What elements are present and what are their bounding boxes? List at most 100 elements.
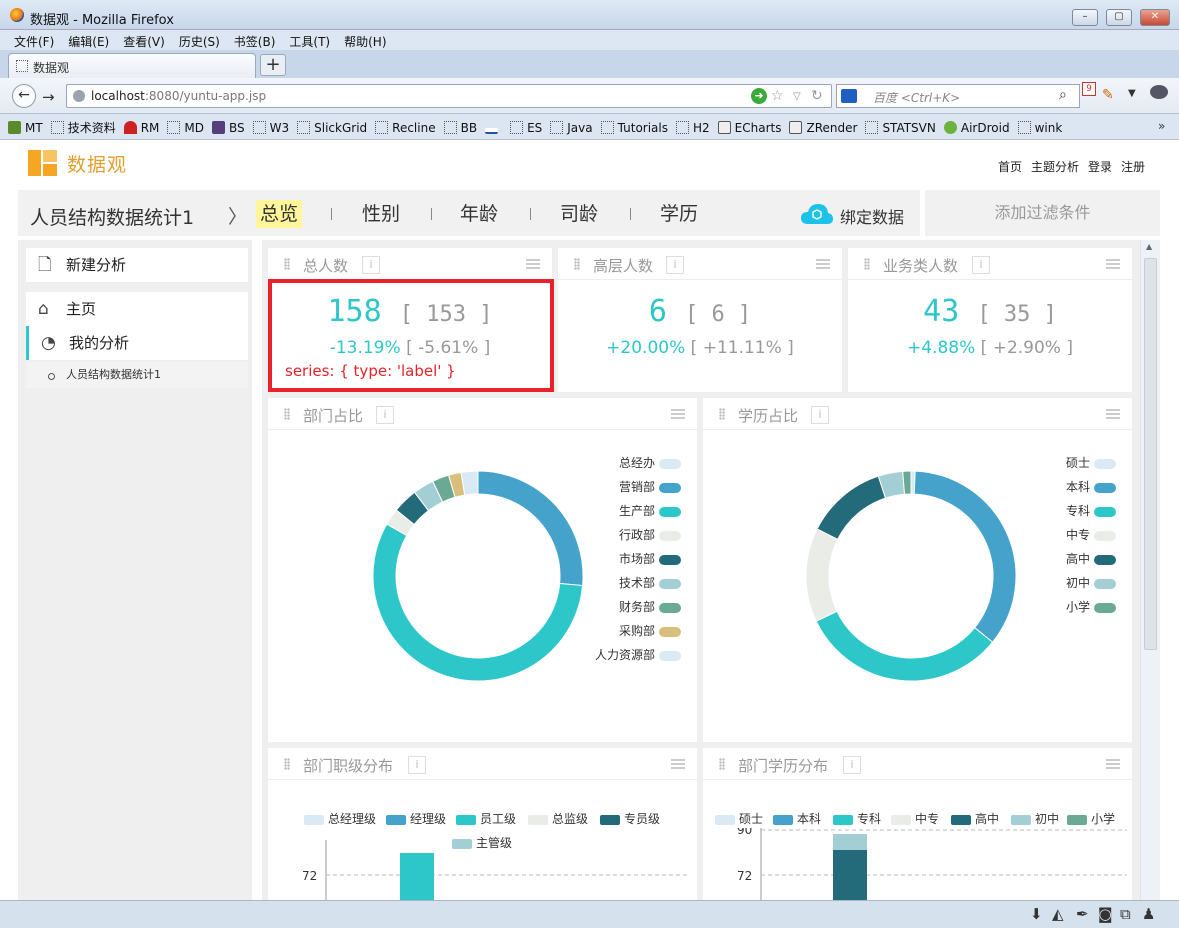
legend-item[interactable]: 经理级 <box>386 810 446 827</box>
slice-高中[interactable] <box>816 475 887 540</box>
scrollbar-thumb[interactable] <box>1144 258 1157 650</box>
link-topic-analysis[interactable]: 主题分析 <box>1031 160 1079 174</box>
bar-员工级[interactable] <box>400 853 434 900</box>
legend-item[interactable]: 总监级 <box>528 810 588 827</box>
back-button[interactable]: ← <box>12 84 36 108</box>
go-icon[interactable]: ➜ <box>751 88 767 104</box>
bookmark-bb[interactable]: BB <box>443 121 477 135</box>
drag-handle-icon[interactable] <box>284 258 290 270</box>
tab-overview[interactable]: 总览 <box>256 200 303 228</box>
legend-item[interactable]: 初中 <box>1011 810 1059 827</box>
menu-icon[interactable] <box>671 759 685 769</box>
slice-中专[interactable] <box>805 528 839 622</box>
legend-item[interactable]: 总经办 <box>619 454 681 474</box>
bookmark-rm[interactable]: RM <box>123 121 159 135</box>
camera-icon[interactable]: ◙ <box>1098 905 1113 923</box>
legend-item[interactable]: 财务部 <box>619 598 681 618</box>
legend-item[interactable]: 人力资源部 <box>595 646 681 666</box>
legend-item[interactable]: 总经理级 <box>304 810 376 827</box>
drag-handle-icon[interactable] <box>284 408 290 420</box>
menu-help[interactable]: 帮助(H) <box>344 33 386 50</box>
sidebar-item-new-analysis[interactable]: 🗋 新建分析 <box>26 248 248 282</box>
download-icon[interactable]: ⬇ <box>1030 905 1043 923</box>
brush-icon[interactable]: ✒ <box>1076 905 1089 923</box>
drag-handle-icon[interactable] <box>574 258 580 270</box>
menu-icon[interactable] <box>1106 259 1120 269</box>
legend-item[interactable]: 高中 <box>1066 550 1116 570</box>
scroll-up-icon[interactable]: ▲ <box>1146 242 1152 251</box>
menu-view[interactable]: 查看(V) <box>123 33 165 50</box>
dept-edu-bar-chart[interactable]: 90 72 <box>703 828 1132 900</box>
maximize-button[interactable]: ▢ <box>1106 9 1132 26</box>
minimize-button[interactable]: – <box>1072 9 1098 26</box>
tab-tenure[interactable]: 司龄 <box>556 200 602 228</box>
mask-icon[interactable]: ◭ <box>1052 905 1064 923</box>
bookmark-recline[interactable]: Recline <box>375 121 436 135</box>
slice-本科[interactable] <box>913 470 1017 643</box>
bookmark-w3[interactable]: W3 <box>252 121 289 135</box>
bookmark-slickgrid[interactable]: SlickGrid <box>297 121 367 135</box>
menu-icon[interactable] <box>1106 409 1120 419</box>
drag-handle-icon[interactable] <box>719 408 725 420</box>
dept-level-bar-chart[interactable]: 72 <box>268 840 697 900</box>
bookmark-wink[interactable]: wink <box>1017 121 1062 135</box>
info-icon[interactable]: i <box>811 406 829 424</box>
dataset-title[interactable]: 人员结构数据统计1 <box>30 203 194 230</box>
dept-donut-chart[interactable] <box>368 466 588 686</box>
legend-item[interactable]: 行政部 <box>619 526 681 546</box>
menu-icon[interactable] <box>526 259 540 269</box>
legend-item[interactable]: 小学 <box>1066 598 1116 618</box>
bookmark-blank[interactable] <box>485 128 502 134</box>
drag-handle-icon[interactable] <box>864 258 870 270</box>
bookmark-tutorials[interactable]: Tutorials <box>600 121 668 135</box>
tab-education[interactable]: 学历 <box>656 200 702 228</box>
menu-dropdown-icon[interactable]: ▼ <box>1128 88 1136 99</box>
chat-icon[interactable] <box>1150 85 1168 99</box>
bookmark-tech[interactable]: 技术资料 <box>50 119 116 136</box>
dropdown-icon[interactable]: ▽ <box>793 91 801 102</box>
legend-item[interactable]: 生产部 <box>619 502 681 522</box>
addon-icon[interactable]: ✎ <box>1102 87 1114 103</box>
sidebar-item-my-analysis[interactable]: ◔ 我的分析 <box>26 326 248 360</box>
bookmark-statsvn[interactable]: STATSVN <box>865 121 936 135</box>
info-icon[interactable]: i <box>843 756 861 774</box>
bar-高中[interactable] <box>833 850 867 900</box>
legend-item[interactable]: 技术部 <box>619 574 681 594</box>
menu-bookmarks[interactable]: 书签(B) <box>234 33 276 50</box>
legend-item[interactable]: 硕士 <box>715 810 763 827</box>
window-icon[interactable]: ⧉ <box>1120 905 1131 923</box>
bookmark-echarts[interactable]: ECharts <box>717 121 781 135</box>
legend-item[interactable]: 高中 <box>951 810 999 827</box>
forward-button[interactable]: → <box>42 88 55 106</box>
info-icon[interactable]: i <box>376 406 394 424</box>
cloud-icon[interactable] <box>800 202 834 226</box>
reload-icon[interactable]: ↻ <box>811 88 823 104</box>
slice-专科[interactable] <box>815 610 994 682</box>
legend-item[interactable]: 本科 <box>1066 478 1116 498</box>
legend-item[interactable]: 中专 <box>891 810 939 827</box>
info-icon[interactable]: i <box>408 756 426 774</box>
legend-item[interactable]: 营销部 <box>619 478 681 498</box>
drag-handle-icon[interactable] <box>719 758 725 770</box>
new-tab-button[interactable]: + <box>260 54 286 76</box>
browser-tab[interactable]: 数据观 <box>8 53 256 78</box>
search-engine-icon[interactable] <box>841 89 857 103</box>
bookmark-mt[interactable]: MT <box>8 121 43 135</box>
legend-item[interactable]: 专科 <box>1066 502 1116 522</box>
menu-history[interactable]: 历史(S) <box>179 33 220 50</box>
bind-data-button[interactable]: 绑定数据 <box>840 204 904 228</box>
legend-item[interactable]: 专科 <box>833 810 881 827</box>
bookmark-es[interactable]: ES <box>510 121 542 135</box>
tab-age[interactable]: 年龄 <box>456 200 502 228</box>
search-icon[interactable]: ⌕ <box>1059 87 1067 103</box>
info-icon[interactable]: i <box>972 256 990 274</box>
bookmark-md[interactable]: MD <box>167 121 204 135</box>
link-home[interactable]: 首页 <box>998 160 1022 174</box>
legend-item[interactable]: 小学 <box>1067 810 1115 827</box>
sidebar-item-home[interactable]: ⌂ 主页 <box>26 292 248 326</box>
star-icon[interactable]: ☆ <box>771 88 784 104</box>
search-bar[interactable]: 百度 <Ctrl+K> ⌕ <box>836 84 1080 108</box>
link-login[interactable]: 登录 <box>1088 160 1112 174</box>
legend-item[interactable]: 本科 <box>773 810 821 827</box>
bar-初中[interactable] <box>833 834 867 850</box>
